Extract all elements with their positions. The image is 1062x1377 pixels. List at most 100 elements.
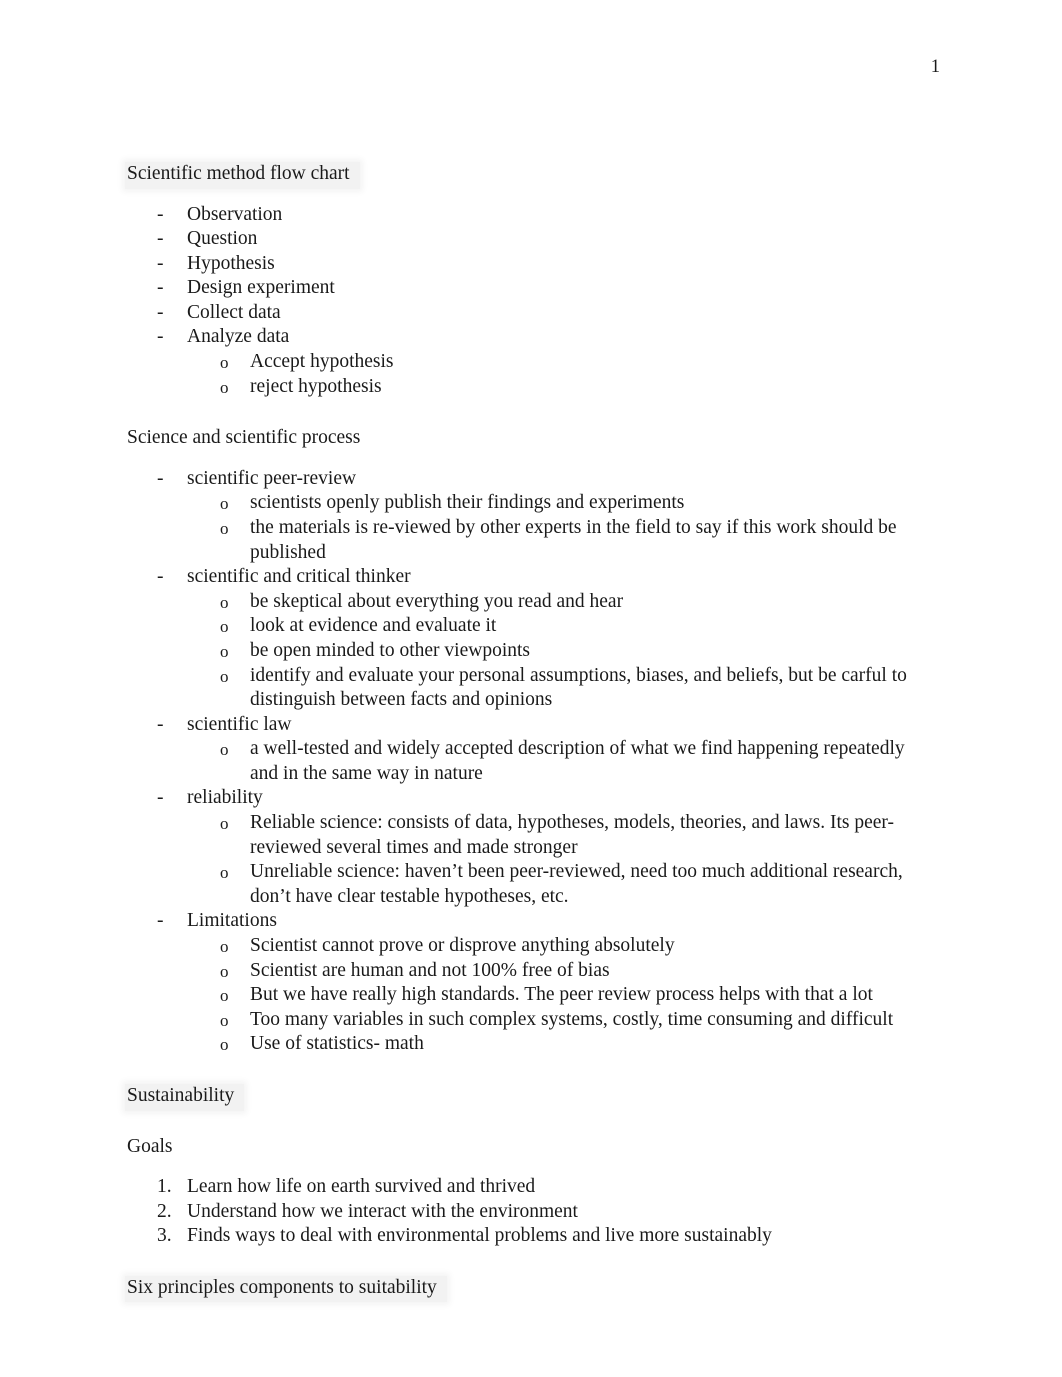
- circle-bullet-icon: o: [220, 740, 229, 760]
- list-item-text: Collect data: [187, 301, 281, 323]
- list-item: - scientific peer-review: [125, 467, 925, 492]
- list-item-text: Question: [187, 228, 258, 250]
- list-item: 2. Understand how we interact with the en…: [125, 1200, 925, 1225]
- circle-bullet-icon: o: [220, 814, 229, 834]
- sub-list-item: o the materials is re-viewed by other exp…: [125, 516, 925, 565]
- sub-bullet-list: o Scientist cannot prove or disprove anyt…: [125, 934, 925, 1057]
- circle-bullet-icon: o: [220, 617, 229, 637]
- sublist-container: o scientists openly publish their finding…: [125, 491, 925, 565]
- sub-bullet-list: o be skeptical about everything you read …: [125, 590, 925, 713]
- list-item-text: Design experiment: [187, 277, 335, 299]
- list-item-text: reliability: [187, 787, 263, 809]
- dash-bullet-icon: -: [157, 228, 164, 250]
- sublist-container: o be skeptical about everything you read …: [125, 590, 925, 713]
- sub-bullet-list: o Accept hypothesis o reject hypothesis: [125, 350, 925, 399]
- sub-list-item: o But we have really high standards. The …: [125, 983, 925, 1008]
- section-heading-text: Scientific method flow chart: [125, 162, 360, 189]
- dash-bullet-icon: -: [157, 787, 164, 809]
- list-item-text: scientific peer-review: [187, 467, 357, 489]
- dash-bullet-icon: -: [157, 910, 164, 932]
- list-item-text: Understand how we interact with the envi…: [187, 1200, 578, 1222]
- dash-bullet-icon: -: [157, 566, 164, 588]
- sublist-container: o Accept hypothesis o reject hypothesis: [125, 350, 925, 399]
- list-item: - Observation: [125, 203, 925, 228]
- bullet-list: - Observation - Question - Hypothesis - Design …: [125, 203, 925, 400]
- sub-list-item-text: a well-tested and widely accepted descri…: [250, 738, 905, 784]
- list-item: - Hypothesis: [125, 252, 925, 277]
- sub-list-item-text: Scientist cannot prove or disprove anyth…: [250, 935, 675, 957]
- sub-list-item-text: Scientist are human and not 100% free of…: [250, 959, 610, 981]
- section-heading: Six principles components to suitability: [125, 1274, 925, 1305]
- circle-bullet-icon: o: [220, 863, 229, 883]
- section-heading: Goals: [125, 1133, 925, 1164]
- sub-list-item-text: Too many variables in such complex syste…: [250, 1008, 894, 1030]
- list-item: 1. Learn how life on earth survived and t…: [125, 1175, 925, 1200]
- list-item-text: Finds ways to deal with environmental pr…: [187, 1225, 772, 1247]
- circle-bullet-icon: o: [220, 937, 229, 957]
- circle-bullet-icon: o: [220, 353, 229, 373]
- sub-list-item-text: Use of statistics- math: [250, 1033, 424, 1055]
- list-item: - Collect data: [125, 301, 925, 326]
- sub-list-item: o be skeptical about everything you read …: [125, 590, 925, 615]
- list-item-text: Hypothesis: [187, 252, 275, 274]
- dash-bullet-icon: -: [157, 301, 164, 323]
- sub-list-item-text: Unreliable science: haven’t been peer-re…: [250, 861, 903, 907]
- sub-list-item-text: the materials is re-viewed by other expe…: [250, 516, 897, 563]
- sub-list-item: o Scientist are human and not 100% free o…: [125, 959, 925, 984]
- sub-list-item: o look at evidence and evaluate it: [125, 614, 925, 639]
- sub-list-item: o Accept hypothesis: [125, 350, 925, 375]
- sub-list-item: o Scientist cannot prove or disprove anyt…: [125, 934, 925, 959]
- circle-bullet-icon: o: [220, 641, 229, 661]
- page-number: 1: [930, 57, 940, 77]
- list-number-marker: 2.: [157, 1200, 172, 1222]
- list-item-text: Analyze data: [187, 326, 290, 348]
- circle-bullet-icon: o: [220, 518, 229, 538]
- sub-list-item-text: Accept hypothesis: [250, 351, 394, 373]
- bullet-list: - scientific peer-review o scientists openl…: [125, 467, 925, 1057]
- dash-bullet-icon: -: [157, 203, 164, 225]
- sub-list-item-text: identify and evaluate your personal assu…: [250, 664, 907, 711]
- sub-list-item: o Too many variables in such complex syst…: [125, 1008, 925, 1033]
- sub-list-item-text: But we have really high standards. The p…: [250, 984, 873, 1006]
- sub-list-item: o Use of statistics- math: [125, 1032, 925, 1057]
- circle-bullet-icon: o: [220, 592, 229, 612]
- list-item-text: Learn how life on earth survived and thr…: [187, 1176, 536, 1197]
- sublist-container: o Reliable science: consists of data, hyp…: [125, 811, 925, 909]
- dash-bullet-icon: -: [157, 326, 164, 348]
- list-item: 3. Finds ways to deal with environmental …: [125, 1224, 925, 1249]
- list-item-text: scientific and critical thinker: [187, 566, 411, 588]
- section-heading: Sustainability: [125, 1082, 925, 1113]
- sublist-container: o a well-tested and widely accepted descr…: [125, 737, 925, 786]
- list-item-text: Limitations: [187, 910, 277, 932]
- list-number-marker: 1.: [157, 1176, 172, 1197]
- list-item: - reliability: [125, 786, 925, 811]
- circle-bullet-icon: o: [220, 1010, 229, 1030]
- sub-list-item: o a well-tested and widely accepted descr…: [125, 737, 925, 786]
- sub-list-item: o Reliable science: consists of data, hyp…: [125, 811, 925, 860]
- circle-bullet-icon: o: [220, 986, 229, 1006]
- circle-bullet-icon: o: [220, 377, 229, 397]
- sub-list-item-text: be skeptical about everything you read a…: [250, 590, 624, 612]
- sub-list-item-text: scientists openly publish their findings…: [250, 492, 685, 514]
- circle-bullet-icon: o: [220, 1035, 229, 1055]
- dash-bullet-icon: -: [157, 467, 164, 489]
- sublist-container: o Scientist cannot prove or disprove anyt…: [125, 934, 925, 1057]
- document-body: Scientific method flow chart - Observation…: [125, 160, 925, 1324]
- list-item: - Question: [125, 227, 925, 252]
- section-heading: Scientific method flow chart: [125, 160, 925, 191]
- sub-bullet-list: o Reliable science: consists of data, hyp…: [125, 811, 925, 909]
- sub-list-item: o reject hypothesis: [125, 375, 925, 400]
- list-item: - Limitations: [125, 909, 925, 934]
- circle-bullet-icon: o: [220, 961, 229, 981]
- sub-list-item-text: Reliable science: consists of data, hypo…: [250, 812, 895, 858]
- document-page: 1 Scientific method flow chart - Observati…: [0, 0, 1062, 1377]
- section-heading-text: Science and scientific process: [127, 427, 361, 449]
- numbered-list: 1. Learn how life on earth survived and t…: [125, 1175, 925, 1249]
- list-item: - scientific law: [125, 713, 925, 738]
